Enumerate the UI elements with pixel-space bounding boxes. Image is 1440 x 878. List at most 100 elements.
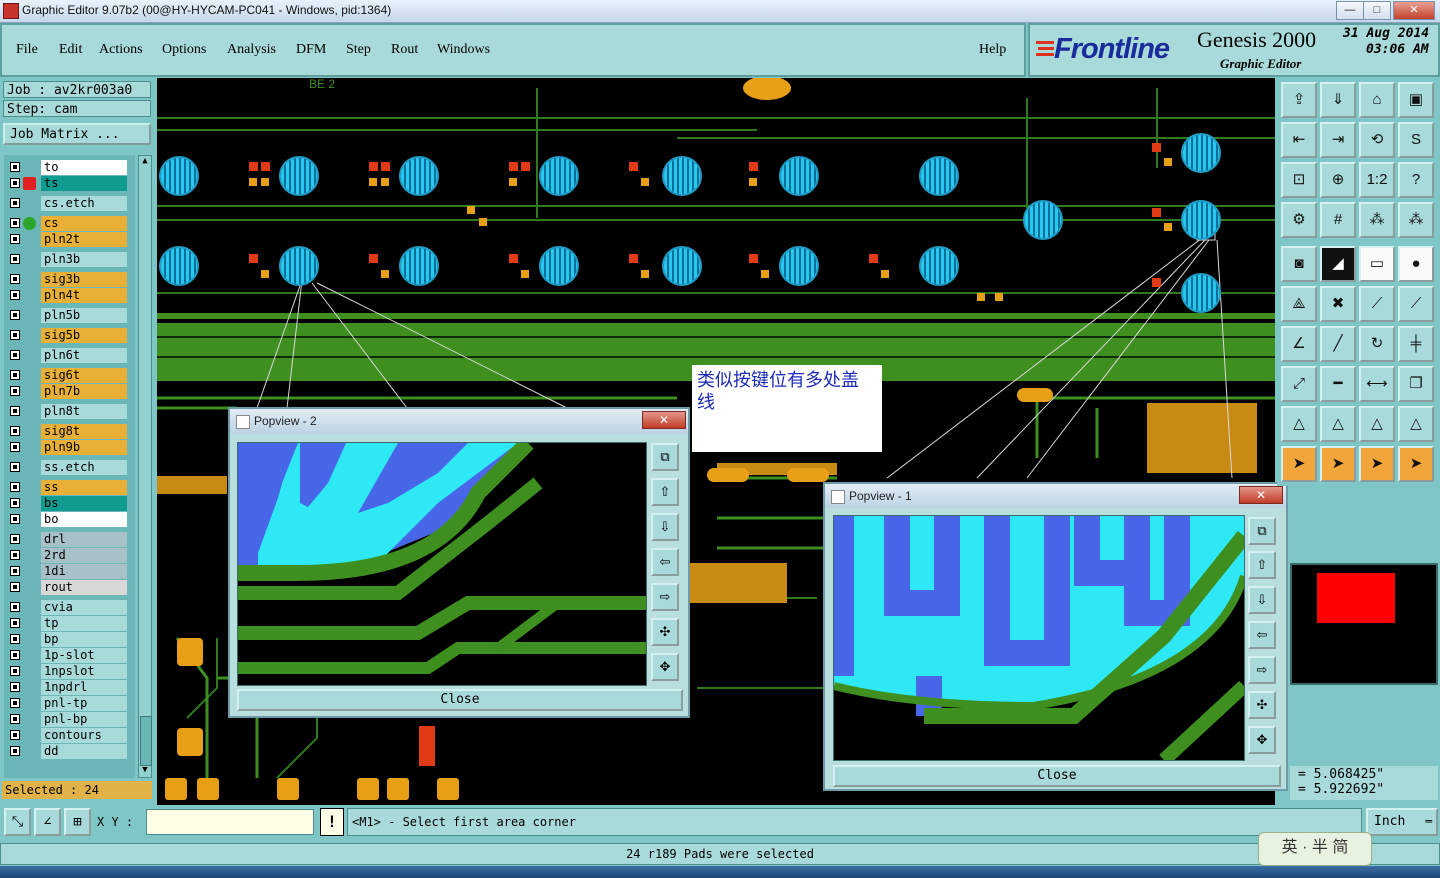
layer-row-bs[interactable]: bs [8, 496, 127, 511]
layer-checkbox[interactable] [10, 666, 20, 676]
layer-name[interactable]: pln2t [41, 232, 127, 247]
zoom-fit-icon[interactable]: ⊡ [1281, 162, 1317, 198]
angle-icon[interactable]: ∠ [1281, 326, 1317, 362]
popview-2-pan-right-icon[interactable]: ⇨ [651, 583, 679, 611]
layer-row-cs.etch[interactable]: cs.etch [8, 196, 127, 211]
scroll-up-arrow-icon[interactable]: ▲ [140, 156, 150, 168]
popview-1-fit-icon[interactable]: ⧉ [1248, 517, 1276, 545]
layer-name[interactable]: tp [41, 616, 127, 631]
highlight-icon[interactable]: ◢ [1320, 246, 1356, 282]
popview-1-close-x-button[interactable]: ✕ [1239, 486, 1283, 504]
xy-input[interactable] [146, 809, 314, 835]
layer-checkbox[interactable] [10, 406, 20, 416]
popview-2-pan-left-icon[interactable]: ⇦ [651, 548, 679, 576]
layer-row-dd[interactable]: dd [8, 744, 127, 759]
alert-icon[interactable]: ! [320, 808, 344, 836]
layer-name[interactable]: bp [41, 632, 127, 647]
layer-checkbox[interactable] [10, 218, 20, 228]
layer-row-pln2t[interactable]: pln2t [8, 232, 127, 247]
layer-row-sig8t[interactable]: sig8t [8, 424, 127, 439]
triangle-3-icon[interactable]: △ [1359, 406, 1395, 442]
layer-name[interactable]: ss [41, 480, 127, 495]
help-query-icon[interactable]: ? [1398, 162, 1434, 198]
layer-row-1npdrl[interactable]: 1npdrl [8, 680, 127, 695]
ruler-icon[interactable]: ▭ [1359, 246, 1395, 282]
layer-checkbox[interactable] [10, 254, 20, 264]
layer-checkbox[interactable] [10, 386, 20, 396]
layer-checkbox[interactable] [10, 442, 20, 452]
layer-name[interactable]: cs.etch [41, 196, 127, 211]
layer-name[interactable]: dd [41, 744, 127, 759]
layer-row-1npslot[interactable]: 1npslot [8, 664, 127, 679]
layer-list-scrollbar[interactable]: ▲ ▼ [138, 155, 152, 778]
measure-icon[interactable]: ⚙ [1281, 202, 1317, 238]
layer-name[interactable]: pln7b [41, 384, 127, 399]
angle-mode-icon[interactable]: ∠ [34, 808, 61, 836]
menu-rout[interactable]: Rout [391, 42, 418, 58]
layer-name[interactable]: bs [41, 496, 127, 511]
menu-options[interactable]: Options [162, 42, 206, 58]
triangle-1-icon[interactable]: △ [1281, 406, 1317, 442]
layer-name[interactable]: cs [41, 216, 127, 231]
diagonal-icon[interactable]: ╱ [1320, 326, 1356, 362]
pan-left-icon[interactable]: ⇤ [1281, 122, 1317, 158]
layer-name[interactable]: sig8t [41, 424, 127, 439]
layer-checkbox[interactable] [10, 682, 20, 692]
layer-row-pln3b[interactable]: pln3b [8, 252, 127, 267]
layer-checkbox[interactable] [10, 162, 20, 172]
layer-row-1di[interactable]: 1di [8, 564, 127, 579]
layer-row-pln9b[interactable]: pln9b [8, 440, 127, 455]
layer-row-pnl-tp[interactable]: pnl-tp [8, 696, 127, 711]
triangle-4-icon[interactable]: △ [1398, 406, 1434, 442]
layer-row-pnl-bp[interactable]: pnl-bp [8, 712, 127, 727]
cross-icon[interactable]: ✖ [1320, 286, 1356, 322]
open-layer-icon[interactable]: ⇪ [1281, 82, 1317, 118]
minimize-button[interactable]: — [1336, 1, 1364, 20]
maximize-button[interactable]: □ [1363, 1, 1391, 20]
arc-icon[interactable]: ↻ [1359, 326, 1395, 362]
layer-row-ss[interactable]: ss [8, 480, 127, 495]
scroll-thumb[interactable] [140, 716, 152, 766]
popview-2-close-x-button[interactable]: ✕ [642, 411, 686, 429]
layer-name[interactable]: rout [41, 580, 127, 595]
home-view-icon[interactable]: ⌂ [1359, 82, 1395, 118]
layer-name[interactable]: 2rd [41, 548, 127, 563]
layer-name[interactable]: pnl-tp [41, 696, 127, 711]
layer-checkbox[interactable] [10, 426, 20, 436]
triangle-2-icon[interactable]: △ [1320, 406, 1356, 442]
popview-2-pan-down-icon[interactable]: ⇩ [651, 513, 679, 541]
popview-1-pan-left-icon[interactable]: ⇦ [1248, 621, 1276, 649]
layer-name[interactable]: pln4t [41, 288, 127, 303]
layer-name[interactable]: 1p-slot [41, 648, 127, 663]
layer-row-pln8t[interactable]: pln8t [8, 404, 127, 419]
scroll-down-arrow-icon[interactable]: ▼ [140, 765, 150, 777]
layer-checkbox[interactable] [10, 198, 20, 208]
layer-name[interactable]: drl [41, 532, 127, 547]
layer-row-bp[interactable]: bp [8, 632, 127, 647]
layer-checkbox[interactable] [10, 498, 20, 508]
snap-mode-icon[interactable]: ⤡ [4, 808, 31, 836]
popview-2-pan-up-icon[interactable]: ⇧ [651, 478, 679, 506]
layer-row-rout[interactable]: rout [8, 580, 127, 595]
layer-row-contours[interactable]: contours [8, 728, 127, 743]
popview-1-pan-up-icon[interactable]: ⇧ [1248, 551, 1276, 579]
menu-analysis[interactable]: Analysis [227, 42, 276, 58]
layer-name[interactable]: cvia [41, 600, 127, 615]
layer-checkbox[interactable] [10, 566, 20, 576]
layer-name[interactable]: 1npslot [41, 664, 127, 679]
layer-name[interactable]: ts [41, 176, 127, 191]
line-add-icon[interactable]: ⟋ [1359, 286, 1395, 322]
popview-1-zoom-in-icon[interactable]: ✣ [1248, 691, 1276, 719]
layer-name[interactable]: pnl-bp [41, 712, 127, 727]
layer-checkbox[interactable] [10, 350, 20, 360]
ime-indicator[interactable]: 英 · 半 简 [1258, 832, 1372, 866]
popview-2-canvas[interactable] [237, 442, 647, 686]
layer-checkbox[interactable] [10, 550, 20, 560]
layer-name[interactable]: to [41, 160, 127, 175]
layer-checkbox[interactable] [10, 618, 20, 628]
layer-row-cs[interactable]: cs [8, 216, 127, 231]
layer-row-bo[interactable]: bo [8, 512, 127, 527]
mirror-icon[interactable]: ⟲ [1359, 122, 1395, 158]
select-area-icon[interactable]: ➤ [1320, 446, 1356, 482]
popview-2-zoom-out-icon[interactable]: ✥ [651, 653, 679, 681]
